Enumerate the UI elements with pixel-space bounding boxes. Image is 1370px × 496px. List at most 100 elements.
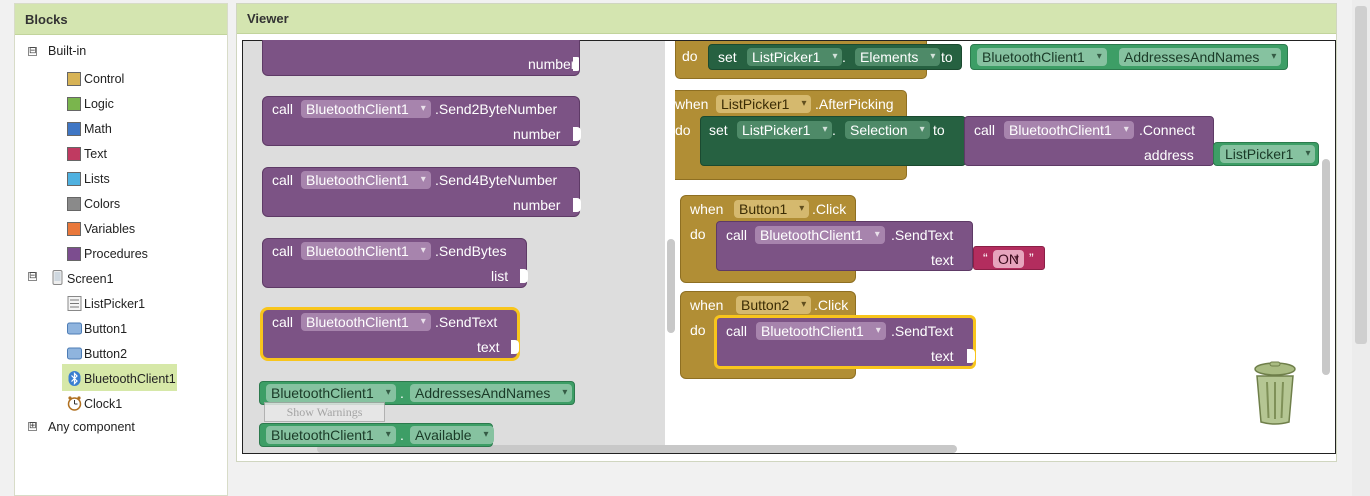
component-dropdown[interactable]: BluetoothClient1 [266,426,396,444]
method-label: .Connect [1139,122,1196,138]
tree-item-label: Colors [84,197,121,211]
method-label: .Send2ByteNumber [435,101,558,117]
component-dropdown[interactable]: BluetoothClient1 [756,322,886,340]
screen1-toggle-icon[interactable]: ⊟ [28,272,37,281]
trash-can-icon[interactable] [1250,360,1300,426]
tree-item-screen1[interactable]: Screen1 [50,268,170,290]
component-dropdown[interactable]: ListPicker1 [747,48,843,66]
logic-color-swatch [67,97,81,111]
input-socket [511,340,519,354]
flyout-block-send2bytenumber[interactable]: call BluetoothClient1 .Send2ByteNumber n… [262,96,581,146]
component-dropdown[interactable]: BluetoothClient1 [977,48,1107,66]
call-label: call [272,172,294,188]
component-dropdown[interactable]: BluetoothClient1 [755,226,885,244]
text-string-block[interactable]: “ ON ” [973,246,1045,270]
do-label: do [682,48,698,64]
component-dropdown[interactable]: ListPicker1 [1220,145,1316,163]
tree-item-math[interactable]: Math [67,118,217,140]
tree-item-listpicker1[interactable]: ListPicker1 [67,293,187,315]
call-label: call [726,323,748,339]
flyout-getter-available[interactable]: BluetoothClient1 . Available [259,423,494,447]
input-socket [573,127,581,141]
event-label: .AfterPicking [815,96,894,112]
property-dropdown[interactable]: AddressesAndNames [410,384,573,402]
tree-item-button2[interactable]: Button2 [67,343,187,365]
call-label: call [272,101,294,117]
input-socket [520,269,528,283]
show-warnings-button[interactable]: Show Warnings [264,402,385,422]
input-socket [573,57,579,71]
tree-item-bluetoothclient1[interactable]: BluetoothClient1 [67,368,187,390]
control-color-swatch [67,72,81,86]
any-component-toggle-icon[interactable]: ⊞ [28,422,37,431]
param-label: text [931,348,954,364]
set-selection-block[interactable]: set ListPicker1 . Selection to [700,116,966,166]
call-connect-block[interactable]: call BluetoothClient1 .Connect address [964,116,1214,166]
tree-item-any-component[interactable]: Any component [48,416,135,438]
call-sendtext-block-2[interactable]: call BluetoothClient1 .SendText text [714,315,976,369]
tree-item-variables[interactable]: Variables [67,218,217,240]
tree-item-control[interactable]: Control [67,68,217,90]
method-label: .Send4ByteNumber [435,172,558,188]
tree-item-builtin[interactable]: Built-in [48,40,86,62]
property-dropdown[interactable]: Selection [845,121,930,139]
builtin-toggle-icon[interactable]: ⊟ [28,47,37,56]
math-color-swatch [67,122,81,136]
do-label: do [690,226,706,242]
bluetooth-icon [68,371,81,386]
tree-item-button1[interactable]: Button1 [67,318,187,340]
property-dropdown[interactable]: Available [410,426,494,444]
method-label: .SendBytes [435,243,507,259]
component-dropdown[interactable]: BluetoothClient1 [266,384,396,402]
text-color-swatch [67,147,81,161]
tree-item-text[interactable]: Text [67,143,217,165]
property-dropdown[interactable]: AddressesAndNames [1119,48,1282,66]
component-dropdown[interactable]: ListPicker1 [716,95,812,113]
param-label: number [513,126,561,142]
event-label: .Click [812,201,847,217]
getter-addressesandnames[interactable]: BluetoothClient1 AddressesAndNames [970,44,1288,70]
call-label: call [974,122,996,138]
component-dropdown[interactable]: BluetoothClient1 [1004,121,1134,139]
flyout-block-sendtext[interactable]: call BluetoothClient1 .SendText text [260,307,520,361]
tree-item-lists[interactable]: Lists [67,168,217,190]
flyout-block-send4bytenumber[interactable]: call BluetoothClient1 .Send4ByteNumber n… [262,167,581,217]
dot-label: . [400,427,404,443]
when-label: when [690,201,724,217]
set-elements-block[interactable]: set ListPicker1 . Elements to [708,44,962,70]
page-scrollbar[interactable] [1352,0,1370,496]
procedures-color-swatch [67,247,81,261]
component-dropdown[interactable]: BluetoothClient1 [301,100,431,118]
tree-item-label: Logic [84,97,114,111]
button-icon [67,322,82,335]
page-scrollbar-thumb[interactable] [1355,6,1367,344]
component-dropdown[interactable]: ListPicker1 [737,121,833,139]
tree-item-clock1[interactable]: Clock1 [67,393,187,415]
workspace-vertical-scrollbar[interactable] [1322,159,1330,375]
do-label: do [690,322,706,338]
component-dropdown[interactable]: Button2 [736,296,812,314]
tree-item-label: ListPicker1 [84,297,146,311]
string-value-field[interactable]: ON [993,250,1024,268]
tree-item-colors[interactable]: Colors [67,193,217,215]
call-sendtext-block-1[interactable]: call BluetoothClient1 .SendText text [716,221,973,271]
set-label: set [709,122,728,138]
component-dropdown[interactable]: BluetoothClient1 [301,313,431,331]
tree-item-label: Control [84,72,125,86]
tree-item-logic[interactable]: Logic [67,93,217,115]
dot-label: . [400,385,404,401]
tree-item-label: BluetoothClient1 [84,372,176,386]
flyout-scrollbar[interactable] [667,239,675,333]
set-label: set [718,49,737,65]
getter-listpicker1[interactable]: ListPicker1 [1213,142,1319,166]
button-icon [67,347,82,360]
dot-label: . [832,122,836,138]
tree-item-procedures[interactable]: Procedures [67,243,217,265]
component-dropdown[interactable]: Button1 [734,200,810,218]
flyout-block-send1bytenumber[interactable]: number [262,40,580,76]
component-dropdown[interactable]: BluetoothClient1 [301,242,431,260]
when-label: when [690,297,724,313]
component-dropdown[interactable]: BluetoothClient1 [301,171,431,189]
property-dropdown[interactable]: Elements [855,48,941,66]
flyout-block-sendbytes[interactable]: call BluetoothClient1 .SendBytes list [262,238,528,288]
